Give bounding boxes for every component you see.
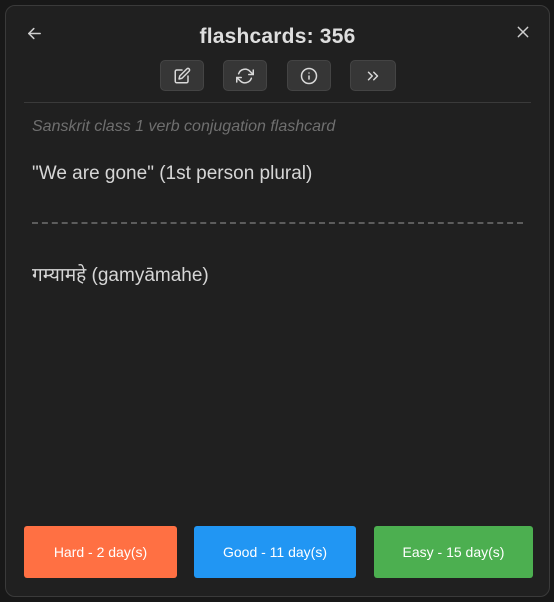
chevrons-right-icon (367, 71, 379, 80)
info-icon (300, 67, 318, 84)
close-icon[interactable] (511, 20, 535, 44)
hard-button[interactable]: Hard - 2 day(s) (24, 526, 177, 578)
good-button[interactable]: Good - 11 day(s) (194, 526, 356, 578)
card-info-button[interactable] (287, 60, 331, 91)
reset-card-button[interactable] (223, 60, 267, 91)
header-divider (24, 102, 531, 103)
modal-title: flashcards: 356 (199, 25, 356, 48)
easy-button[interactable]: Easy - 15 day(s) (374, 526, 533, 578)
refresh-icon (236, 67, 254, 84)
skip-card-button[interactable] (350, 60, 396, 91)
answer-divider (32, 222, 523, 224)
edit-card-button[interactable] (160, 60, 204, 91)
edit-icon (174, 67, 191, 83)
card-context: Sanskrit class 1 verb conjugation flashc… (32, 118, 336, 135)
card-answer: गम्यामहे (gamyāmahe) (32, 265, 209, 286)
card-question: "We are gone" (1st person plural) (32, 163, 313, 184)
card-toolbar (6, 60, 549, 93)
flashcard-modal: flashcards: 356 Sanskrit class 1 verb co… (5, 5, 550, 597)
